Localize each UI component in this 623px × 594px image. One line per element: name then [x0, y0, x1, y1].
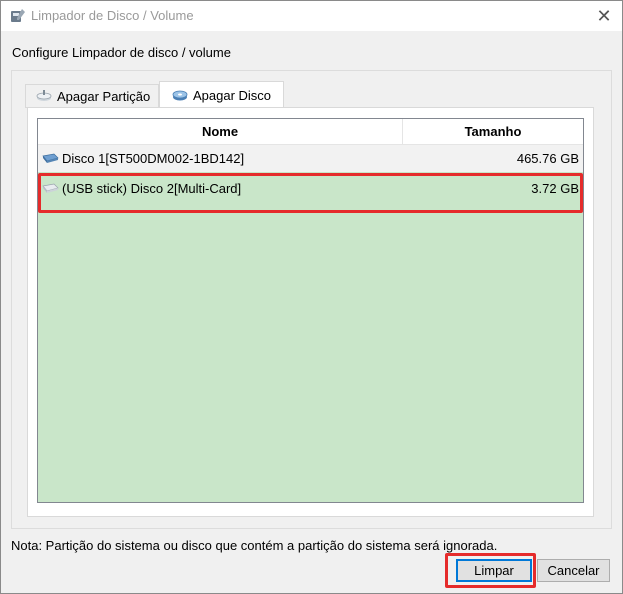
disk-size: 465.76 GB: [516, 151, 579, 166]
dialog-heading: Configure Limpador de disco / volume: [12, 45, 231, 60]
list-header: Nome Tamanho: [38, 119, 583, 145]
list-item[interactable]: Disco 1[ST500DM002-1BD142] 465.76 GB: [38, 145, 583, 172]
column-header-tamanho[interactable]: Tamanho: [403, 119, 583, 144]
window-title: Limpador de Disco / Volume: [31, 8, 194, 23]
tab-label: Apagar Partição: [57, 88, 151, 104]
selection-highlight-box: [38, 173, 583, 213]
tab-apagar-disco[interactable]: Apagar Disco: [159, 81, 284, 108]
note-text: Nota: Partição do sistema ou disco que c…: [11, 538, 498, 553]
partition-icon: [36, 90, 52, 101]
close-icon: ✕: [596, 5, 612, 26]
close-button[interactable]: ✕: [586, 1, 622, 31]
column-header-nome[interactable]: Nome: [38, 119, 403, 144]
cancel-button[interactable]: Cancelar: [537, 559, 610, 582]
disk-icon: [172, 90, 188, 101]
title-bar: Limpador de Disco / Volume ✕: [1, 1, 622, 31]
hard-drive-icon: [42, 153, 59, 163]
tab-label: Apagar Disco: [193, 87, 272, 103]
button-highlight-box: [445, 553, 536, 588]
app-icon: [11, 9, 25, 22]
tab-apagar-particao[interactable]: Apagar Partição: [25, 84, 159, 108]
disk-name: Disco 1[ST500DM002-1BD142]: [62, 151, 245, 166]
